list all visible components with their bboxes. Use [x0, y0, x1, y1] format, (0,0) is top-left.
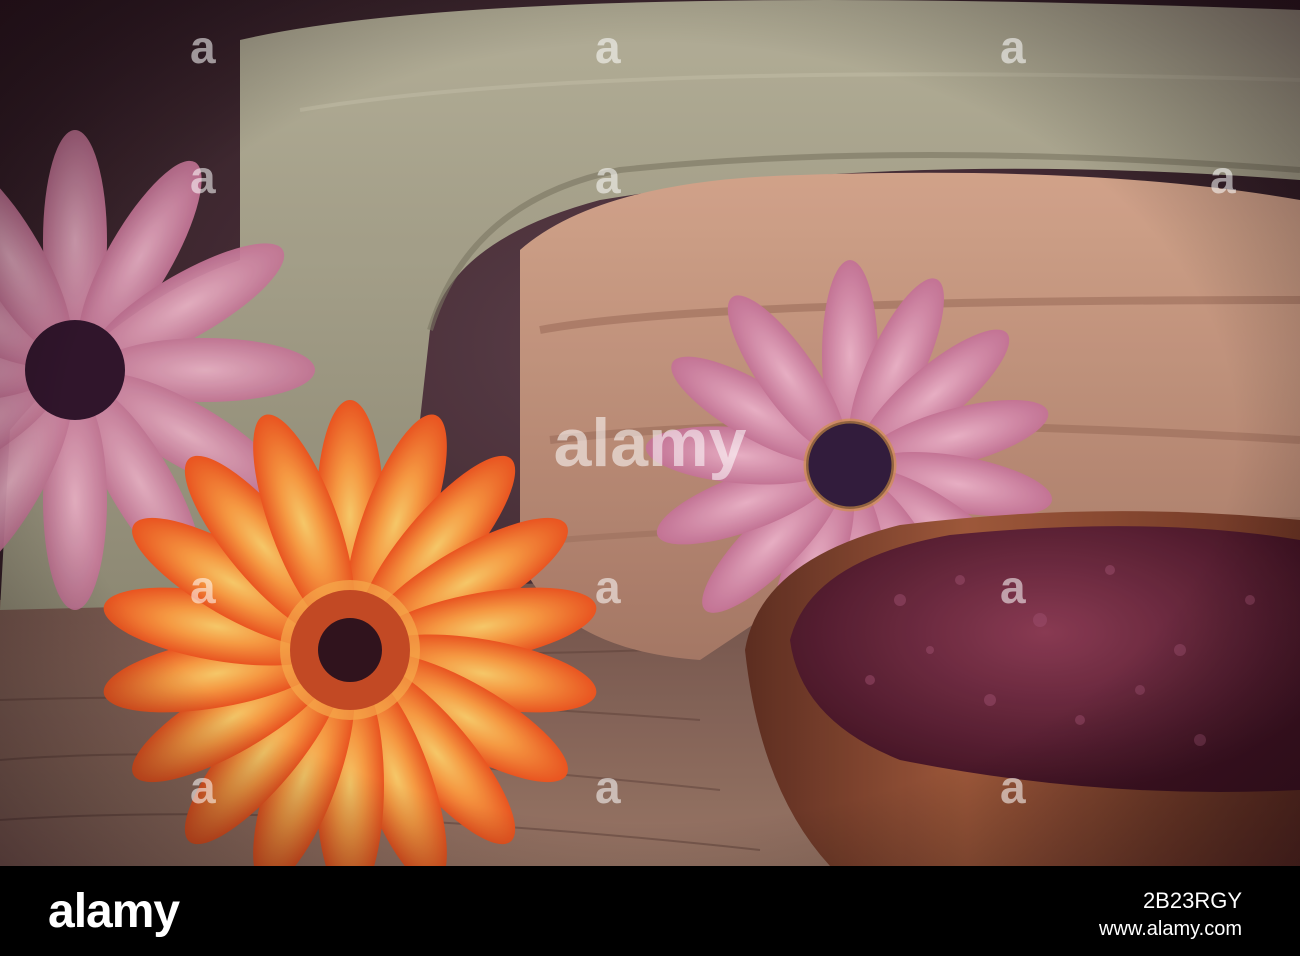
vignette-overlay — [0, 0, 1300, 866]
image-id: 2B23RGY — [1142, 888, 1242, 913]
photo-canvas — [0, 0, 1300, 866]
stock-photo: a a a a a a a a a a a a alamy — [0, 0, 1300, 866]
site-url: www.alamy.com — [1099, 918, 1242, 940]
stock-footer-bar: alamy 2B23RGY www.alamy.com — [0, 866, 1300, 956]
brand-logo: alamy — [48, 885, 180, 938]
